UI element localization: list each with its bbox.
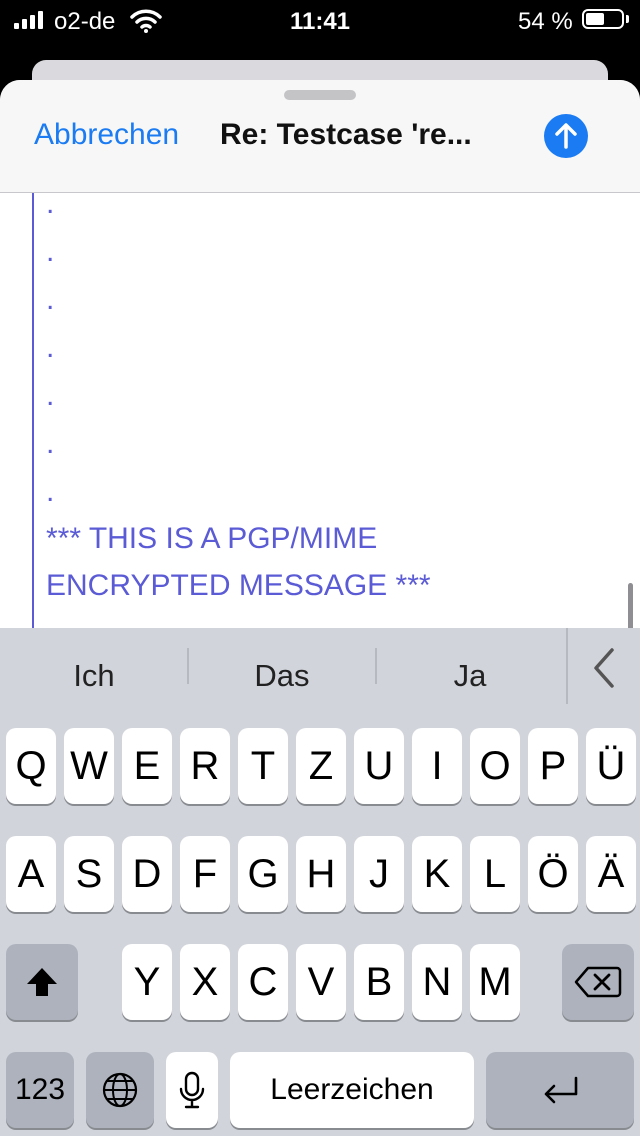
key-w[interactable]: W — [64, 728, 114, 804]
suggestion-3[interactable]: Ja — [376, 628, 564, 724]
keyboard: Ich Das Ja QWERTZUIOPÜ ASDFGHJKLÖÄ YXCVB… — [0, 628, 640, 1136]
quoted-dot: . — [46, 235, 55, 268]
key-p[interactable]: P — [528, 728, 578, 804]
key-e[interactable]: E — [122, 728, 172, 804]
key-k[interactable]: K — [412, 836, 462, 912]
shift-key[interactable] — [6, 944, 78, 1020]
key-h[interactable]: H — [296, 836, 346, 912]
key-d[interactable]: D — [122, 836, 172, 912]
key-ü[interactable]: Ü — [586, 728, 636, 804]
battery-icon — [582, 9, 624, 29]
quoted-dot: . — [46, 187, 55, 220]
battery-percentage: 54 % — [518, 8, 573, 35]
collapse-suggestions-button[interactable] — [566, 628, 640, 704]
key-m[interactable]: M — [470, 944, 520, 1020]
status-bar: o2-de 11:41 54 % — [0, 0, 640, 44]
key-g[interactable]: G — [238, 836, 288, 912]
key-s[interactable]: S — [64, 836, 114, 912]
pgp-line-1: *** THIS IS A PGP/MIME — [46, 522, 378, 555]
quoted-dot: . — [46, 283, 55, 316]
chevron-left-icon — [594, 648, 614, 688]
suggestion-2[interactable]: Das — [188, 628, 376, 724]
microphone-icon — [179, 1071, 205, 1109]
key-r[interactable]: R — [180, 728, 230, 804]
key-l[interactable]: L — [470, 836, 520, 912]
battery-nub — [626, 15, 629, 23]
key-v[interactable]: V — [296, 944, 346, 1020]
key-n[interactable]: N — [412, 944, 462, 1020]
key-b[interactable]: B — [354, 944, 404, 1020]
quoted-dot: . — [46, 379, 55, 412]
suggestion-1[interactable]: Ich — [0, 628, 188, 724]
key-u[interactable]: U — [354, 728, 404, 804]
key-z[interactable]: Z — [296, 728, 346, 804]
globe-key[interactable] — [86, 1052, 154, 1128]
space-key[interactable]: Leerzeichen — [230, 1052, 474, 1128]
key-y[interactable]: Y — [122, 944, 172, 1020]
key-ä[interactable]: Ä — [586, 836, 636, 912]
key-t[interactable]: T — [238, 728, 288, 804]
arrow-up-icon — [555, 123, 577, 149]
key-a[interactable]: A — [6, 836, 56, 912]
quoted-dot: . — [46, 427, 55, 460]
key-x[interactable]: X — [180, 944, 230, 1020]
return-icon — [544, 1076, 578, 1104]
pgp-line-2: ENCRYPTED MESSAGE *** — [46, 569, 431, 602]
sheet-grabber[interactable] — [284, 90, 356, 100]
key-ö[interactable]: Ö — [528, 836, 578, 912]
key-q[interactable]: Q — [6, 728, 56, 804]
key-j[interactable]: J — [354, 836, 404, 912]
numbers-key[interactable]: 123 — [6, 1052, 74, 1128]
compose-header: Abbrechen Re: Testcase 're... — [0, 80, 640, 193]
dictation-key[interactable] — [166, 1052, 218, 1128]
quoted-pgp-notice: *** THIS IS A PGP/MIME ENCRYPTED MESSAGE… — [46, 515, 566, 609]
quote-bar — [32, 193, 34, 628]
key-f[interactable]: F — [180, 836, 230, 912]
return-key[interactable] — [486, 1052, 634, 1128]
shift-icon — [27, 968, 57, 996]
quoted-dot: . — [46, 475, 55, 508]
key-o[interactable]: O — [470, 728, 520, 804]
cancel-button[interactable]: Abbrechen — [34, 118, 179, 152]
quoted-dot: . — [46, 331, 55, 364]
key-i[interactable]: I — [412, 728, 462, 804]
key-c[interactable]: C — [238, 944, 288, 1020]
message-body[interactable]: ....... *** THIS IS A PGP/MIME ENCRYPTED… — [0, 189, 640, 703]
send-button[interactable] — [544, 114, 588, 158]
compose-subject-title: Re: Testcase 're... — [220, 118, 472, 151]
delete-key[interactable] — [562, 944, 634, 1020]
globe-icon — [102, 1072, 138, 1108]
delete-icon — [574, 966, 622, 998]
